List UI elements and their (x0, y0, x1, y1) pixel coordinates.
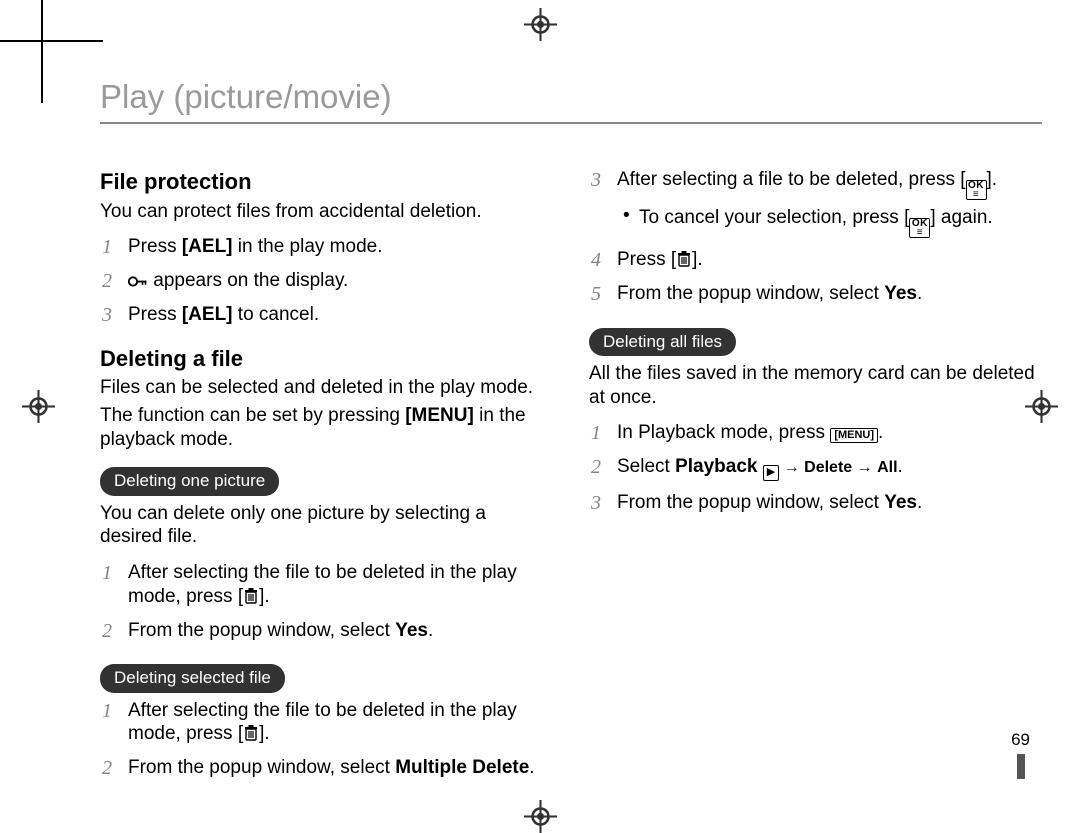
trash-icon (243, 587, 259, 605)
step-text: . (878, 422, 883, 443)
list-item: From the popup window, select Multiple D… (100, 756, 553, 780)
page-title: Play (picture/movie) (100, 78, 1042, 124)
paragraph: You can delete only one picture by selec… (100, 502, 553, 550)
emphasis: Yes (884, 283, 917, 304)
step-text: . (428, 620, 433, 641)
key-icon (128, 274, 148, 289)
step-text: Press [ (617, 249, 676, 270)
step-text: ]. (259, 586, 270, 607)
list-item: Press [AEL] in the play mode. (100, 235, 553, 259)
crop-mark (0, 40, 103, 42)
list-item: From the popup window, select Yes. (100, 619, 553, 643)
pill-heading: Deleting one picture (100, 467, 279, 495)
left-column: File protection You can protect files fr… (100, 168, 553, 798)
step-text: Press (128, 236, 182, 257)
pill-heading: Deleting selected file (100, 664, 285, 692)
step-text: Select (617, 456, 675, 477)
list-item: From the popup window, select Yes. (589, 282, 1042, 306)
step-text: in the play mode. (233, 236, 383, 257)
right-column: After selecting a file to be deleted, pr… (589, 168, 1042, 798)
step-text: After selecting a file to be deleted, pr… (617, 169, 966, 190)
step-text: After selecting the file to be deleted i… (128, 700, 517, 745)
list-item: From the popup window, select Yes. (589, 491, 1042, 515)
step-text: to cancel. (233, 304, 320, 325)
step-text: ]. (259, 723, 270, 744)
list-item: After selecting the file to be deleted i… (100, 561, 553, 609)
emphasis: Yes (395, 620, 428, 641)
paragraph: All the files saved in the memory card c… (589, 362, 1042, 410)
ok-menu-icon: OK≡ (966, 180, 987, 200)
playback-icon: ▶ (763, 465, 779, 481)
step-text: ]. (692, 249, 703, 270)
pill-heading: Deleting all files (589, 328, 736, 356)
step-text: From the popup window, select (617, 492, 884, 513)
trash-icon (676, 250, 692, 268)
arrow-icon: → (852, 459, 877, 476)
step-text: . (529, 757, 534, 778)
steps-list: After selecting the file to be deleted i… (100, 561, 553, 642)
step-text: ]. (987, 169, 998, 190)
steps-list: After selecting the file to be deleted i… (100, 699, 553, 780)
step-text: To cancel your selection, press [ (639, 207, 909, 228)
paragraph: You can protect files from accidental de… (100, 200, 553, 224)
sub-bullet: To cancel your selection, press [OK≡] ag… (617, 206, 1042, 238)
emphasis: Playback (675, 456, 757, 477)
step-text: . (917, 283, 922, 304)
list-item: appears on the display. (100, 269, 553, 293)
step-text: From the popup window, select (128, 620, 395, 641)
emphasis: Delete (804, 459, 852, 476)
key-label: [AEL] (182, 236, 233, 257)
section-heading: File protection (100, 168, 553, 196)
page-number: 69 (1011, 730, 1030, 779)
emphasis: Multiple Delete (395, 757, 529, 778)
list-item: After selecting the file to be deleted i… (100, 699, 553, 747)
page-content: Play (picture/movie) File protection You… (100, 78, 1042, 798)
step-text: appears on the display. (148, 270, 348, 291)
emphasis: Yes (884, 492, 917, 513)
list-item: After selecting a file to be deleted, pr… (589, 168, 1042, 238)
step-text: . (898, 456, 903, 477)
steps-list: In Playback mode, press [MENU]. Select P… (589, 421, 1042, 514)
key-label: [MENU] (405, 405, 474, 426)
registration-mark-icon (524, 8, 557, 41)
page-tab-marker (1017, 754, 1025, 779)
crop-mark (41, 0, 43, 103)
step-text: In Playback mode, press (617, 422, 830, 443)
page-number-text: 69 (1011, 730, 1030, 750)
trash-icon (243, 724, 259, 742)
arrow-icon: → (779, 459, 804, 476)
steps-list: Press [AEL] in the play mode. appears on… (100, 235, 553, 326)
key-label: [AEL] (182, 304, 233, 325)
emphasis: All (877, 459, 897, 476)
paragraph: The function can be set by pressing [MEN… (100, 404, 553, 452)
text: The function can be set by pressing (100, 405, 405, 426)
ok-menu-icon: OK≡ (909, 218, 930, 238)
list-item: Select Playback ▶ → Delete → All. (589, 455, 1042, 481)
registration-mark-icon (22, 390, 55, 423)
step-text: After selecting the file to be deleted i… (128, 562, 517, 607)
menu-icon: [MENU] (830, 428, 878, 443)
step-text: . (917, 492, 922, 513)
steps-list-continued: After selecting a file to be deleted, pr… (589, 168, 1042, 306)
list-item: In Playback mode, press [MENU]. (589, 421, 1042, 445)
paragraph: Files can be selected and deleted in the… (100, 376, 553, 400)
list-item: Press [AEL] to cancel. (100, 303, 553, 327)
step-text: From the popup window, select (128, 757, 395, 778)
step-text: From the popup window, select (617, 283, 884, 304)
manual-page: Play (picture/movie) File protection You… (0, 0, 1080, 829)
two-column-layout: File protection You can protect files fr… (100, 168, 1042, 798)
list-item: Press []. (589, 248, 1042, 272)
step-text: ] again. (930, 207, 992, 228)
registration-mark-icon (524, 800, 557, 833)
step-text: Press (128, 304, 182, 325)
section-heading: Deleting a file (100, 345, 553, 373)
